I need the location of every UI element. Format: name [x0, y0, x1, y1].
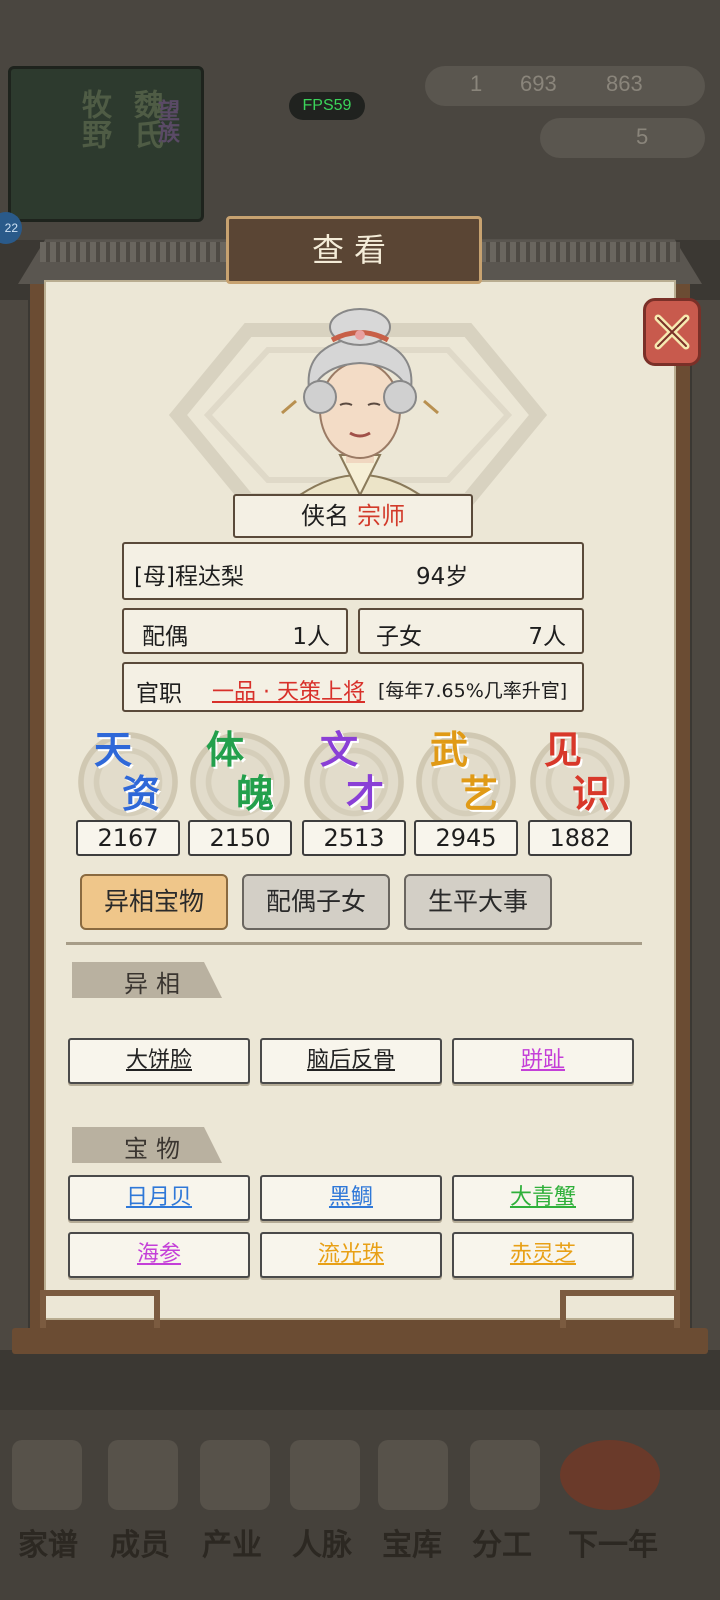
spouse-label: 配偶 — [142, 624, 188, 650]
family-tree-icon[interactable] — [12, 1440, 82, 1510]
stat-label-physique: 体 — [206, 727, 245, 772]
treasure-item[interactable]: 赤灵芝 — [452, 1232, 634, 1278]
nav-next-year[interactable]: 下一年 — [558, 1520, 668, 1564]
trait-item[interactable]: 脑后反骨 — [260, 1038, 442, 1084]
background-strip — [0, 300, 28, 1350]
treasure-item[interactable]: 流光珠 — [260, 1232, 442, 1278]
trait-item[interactable]: 大饼脸 — [68, 1038, 250, 1084]
office-row: 官职 一品 · 天策上将 [每年7.65%几率升官] — [122, 662, 584, 712]
resource-value: 863 — [606, 71, 643, 96]
nav-family-tree[interactable]: 家谱 — [8, 1520, 88, 1564]
panel-base — [12, 1328, 708, 1354]
character-age: 94岁 — [416, 564, 469, 590]
family-banner: 魏氏 牧野 望族 — [8, 66, 204, 222]
stat-label-talent: 资 — [122, 771, 161, 816]
nav-estate[interactable]: 产业 — [192, 1520, 272, 1564]
member-icon[interactable] — [108, 1440, 178, 1510]
office-label: 官职 — [136, 681, 182, 707]
stat-label-literary: 文 — [320, 727, 359, 772]
identity-row: [母]程达梨 94岁 — [122, 542, 584, 600]
spouse-value: 1人 — [292, 624, 330, 650]
office-value[interactable]: 一品 · 天策上将 — [212, 674, 365, 706]
resource-value: 5 — [636, 124, 649, 149]
nav-treasury[interactable]: 宝库 — [372, 1520, 452, 1564]
panel-base-ornament — [560, 1290, 680, 1330]
stat-value-literary: 2513 — [302, 820, 406, 856]
nickname-label: 侠名 — [301, 502, 349, 530]
stat-label-insight: 识 — [572, 771, 611, 816]
character-portrait — [281, 308, 439, 495]
nav-members[interactable]: 成员 — [100, 1520, 180, 1564]
network-icon[interactable] — [290, 1440, 360, 1510]
treasure-item[interactable]: 黑鲷 — [260, 1175, 442, 1221]
children-value: 7人 — [528, 624, 566, 650]
treasure-item[interactable]: 日月贝 — [68, 1175, 250, 1221]
stat-value-insight: 1882 — [528, 820, 632, 856]
traits-title: 异相 — [124, 970, 188, 998]
banner-text: 牧野 — [76, 89, 111, 149]
tab-life-events[interactable]: 生平大事 — [404, 874, 552, 930]
close-x-icon — [654, 314, 690, 350]
children-row: 子女 7人 — [358, 608, 584, 654]
stat-label-literary: 才 — [346, 771, 385, 816]
next-year-icon[interactable] — [560, 1440, 660, 1510]
panel-base-ornament — [40, 1290, 160, 1330]
treasury-icon[interactable] — [378, 1440, 448, 1510]
stat-label-martial: 艺 — [460, 771, 499, 816]
resource-bar — [540, 118, 705, 158]
children-label: 子女 — [376, 624, 422, 650]
nav-division[interactable]: 分工 — [462, 1520, 542, 1564]
banner-text: 望族 — [154, 99, 180, 143]
stat-label-talent: 天 — [94, 727, 133, 772]
spouse-row: 配偶 1人 — [122, 608, 348, 654]
treasures-title: 宝物 — [124, 1135, 188, 1163]
stat-label-martial: 武 — [430, 727, 469, 772]
panel-title-plate: 查看 — [226, 216, 482, 284]
work-icon[interactable] — [470, 1440, 540, 1510]
estate-icon[interactable] — [200, 1440, 270, 1510]
stat-label-physique: 魄 — [236, 771, 275, 816]
treasure-item[interactable]: 海参 — [68, 1232, 250, 1278]
resource-value: 1 — [470, 71, 483, 96]
tab-traits-treasures[interactable]: 异相宝物 — [80, 874, 228, 930]
nickname-box: 侠名 宗师 — [233, 494, 473, 538]
office-promotion-note: [每年7.65%几率升官] — [378, 680, 568, 702]
stat-value-talent: 2167 — [76, 820, 180, 856]
panel-title: 查看 — [311, 231, 396, 269]
resource-bar — [425, 66, 705, 106]
resource-value: 693 — [520, 71, 557, 96]
treasure-item[interactable]: 大青蟹 — [452, 1175, 634, 1221]
stat-value-physique: 2150 — [188, 820, 292, 856]
close-button[interactable] — [643, 298, 701, 366]
stat-label-insight: 见 — [544, 727, 583, 772]
character-name: [母]程达梨 — [134, 564, 244, 590]
trait-item[interactable]: 跰趾 — [452, 1038, 634, 1084]
nav-network[interactable]: 人脉 — [282, 1520, 362, 1564]
fps-counter: FPS59 — [289, 92, 365, 120]
section-divider — [66, 942, 642, 945]
tab-spouse-children[interactable]: 配偶子女 — [242, 874, 390, 930]
background-strip — [692, 300, 720, 1350]
stat-value-martial: 2945 — [414, 820, 518, 856]
nickname-value: 宗师 — [357, 502, 405, 530]
